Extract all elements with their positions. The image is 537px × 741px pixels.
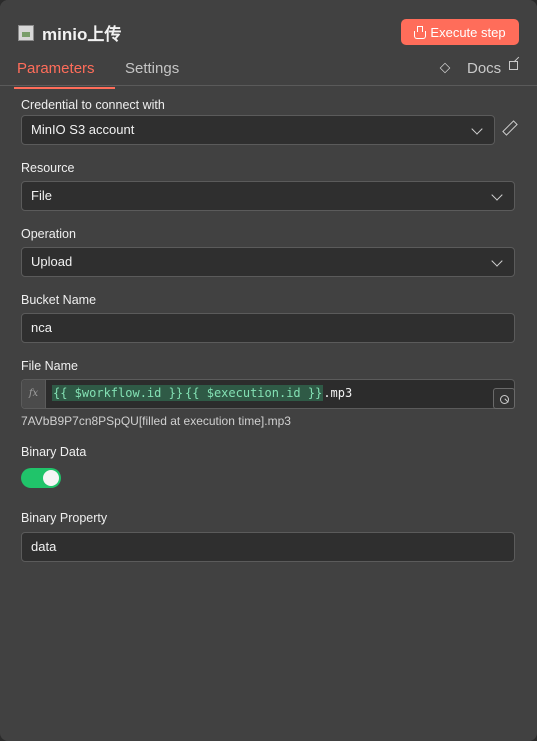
- bucket-name-input[interactable]: nca: [21, 313, 515, 343]
- node-parameters-panel: ..... minio上传 Execute step Parameters Se…: [0, 0, 537, 741]
- bucket-name-label: Bucket Name: [21, 293, 97, 307]
- workflow-id-token: {{ $workflow.id }}: [52, 385, 185, 401]
- credential-label: Credential to connect with: [21, 98, 165, 112]
- parameter-tabs: Parameters Settings: [0, 54, 537, 89]
- node-title[interactable]: minio上传: [42, 20, 121, 45]
- file-name-label: File Name: [21, 359, 78, 373]
- docs-link[interactable]: Docs: [467, 60, 501, 77]
- operation-select[interactable]: Upload: [21, 247, 515, 277]
- resource-label: Resource: [21, 161, 75, 175]
- execute-step-label: Execute step: [430, 24, 506, 40]
- execute-step-button[interactable]: Execute step: [401, 19, 519, 45]
- operation-value: Upload: [31, 254, 73, 269]
- chevron-down-icon: [471, 123, 483, 135]
- binary-property-value: data: [31, 539, 57, 554]
- pencil-icon[interactable]: [502, 121, 515, 134]
- operation-label: Operation: [21, 227, 76, 241]
- credential-value: MinIO S3 account: [31, 122, 135, 137]
- execution-id-token: {{ $execution.id }}: [184, 385, 324, 401]
- resource-value: File: [31, 188, 52, 203]
- tab-parameters[interactable]: Parameters: [14, 60, 115, 89]
- file-name-preview: 7AVbB9P7cn8PSpQU[filled at execution tim…: [21, 414, 291, 428]
- chevron-down-icon: [491, 255, 503, 267]
- file-name-expression-input[interactable]: fx {{ $workflow.id }}{{ $execution.id }}…: [21, 379, 515, 409]
- chevron-down-icon: [491, 189, 503, 201]
- binary-data-label: Binary Data: [21, 445, 87, 459]
- open-expression-editor-icon[interactable]: [493, 388, 515, 409]
- resource-select[interactable]: File: [21, 181, 515, 211]
- credential-select[interactable]: MinIO S3 account: [21, 115, 495, 145]
- broken-image-icon: [18, 24, 34, 41]
- binary-data-toggle[interactable]: [21, 468, 61, 488]
- binary-property-input[interactable]: data: [21, 532, 515, 562]
- flask-icon: [414, 26, 427, 39]
- toggle-knob: [43, 470, 59, 486]
- binary-property-label: Binary Property: [21, 511, 108, 525]
- file-extension: .mp3: [323, 386, 353, 400]
- tab-settings[interactable]: Settings: [125, 60, 179, 77]
- external-link-icon[interactable]: [509, 61, 518, 70]
- fx-icon: fx: [22, 380, 46, 408]
- bucket-name-value: nca: [31, 320, 52, 335]
- file-name-expression: {{ $workflow.id }}{{ $execution.id }}.mp…: [52, 385, 353, 401]
- node-title-group: minio上传: [18, 20, 121, 45]
